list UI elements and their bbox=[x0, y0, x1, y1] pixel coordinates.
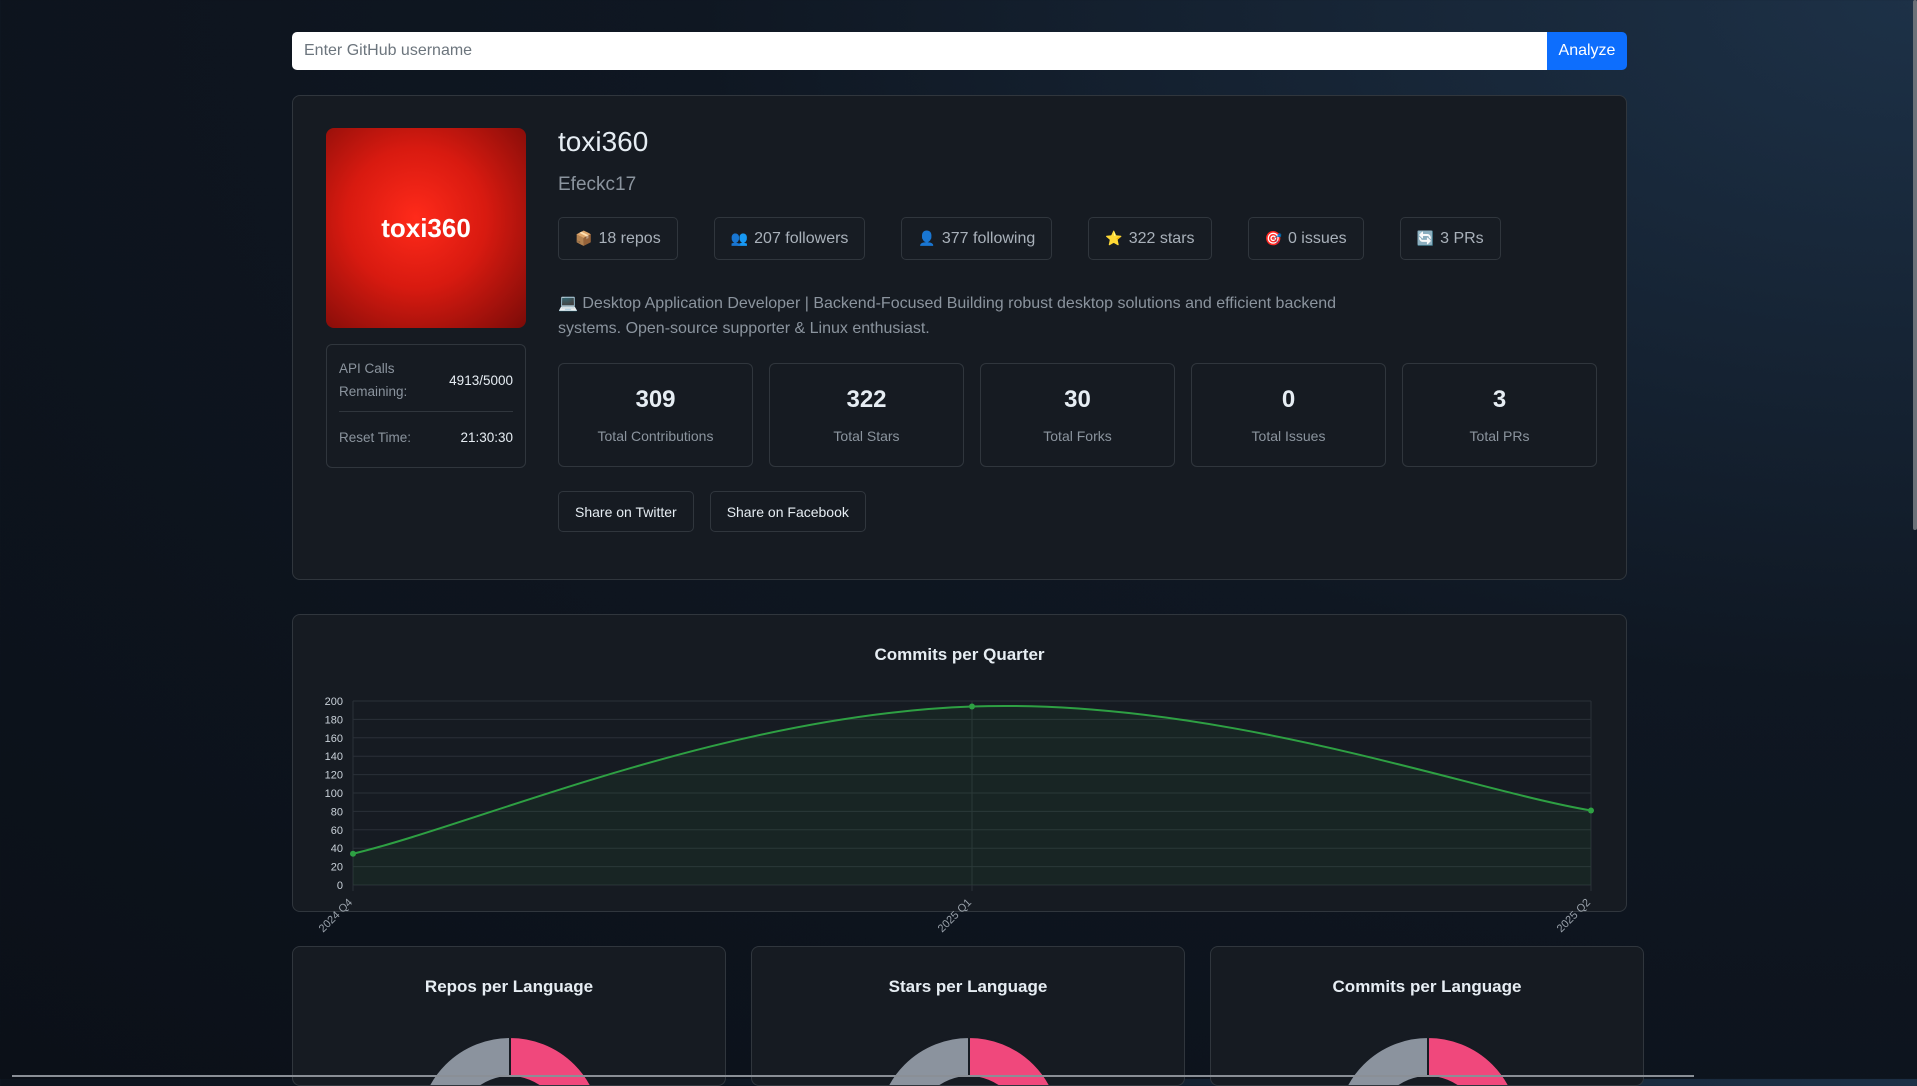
search-bar: Analyze bbox=[292, 32, 1627, 70]
data-point[interactable] bbox=[969, 703, 975, 710]
stat-label: Total Stars bbox=[833, 428, 900, 444]
doughnut-chart bbox=[428, 1035, 592, 1085]
analyze-button[interactable]: Analyze bbox=[1547, 32, 1627, 70]
stat-card: 0 Total Issues bbox=[1191, 363, 1386, 467]
stat-label: Total Contributions bbox=[597, 428, 714, 444]
badge-row: 📦 18 repos 👥 207 followers 👤 377 following ⭐ 32… bbox=[558, 217, 1501, 260]
reset-time-label: Reset Time: bbox=[339, 430, 412, 445]
target-icon: 🎯 bbox=[1264, 230, 1282, 246]
stat-value: 0 bbox=[1281, 386, 1296, 413]
doughnut-chart bbox=[887, 1035, 1051, 1085]
commits-chart-card: Commits per Quarter 0 20 40 60 80 100 120 140 16… bbox=[292, 614, 1627, 935]
profile-login: Efeckc17 bbox=[558, 174, 637, 195]
horizontal-scrollbar[interactable] bbox=[12, 1075, 1694, 1077]
badge-label: 0 issues bbox=[1287, 229, 1347, 247]
y-tick-label: 100 bbox=[325, 788, 343, 800]
refresh-icon: 🔄 bbox=[1416, 230, 1435, 246]
username-input[interactable] bbox=[292, 32, 1547, 70]
badge-label: 207 followers bbox=[754, 229, 849, 247]
stat-card: 309 Total Contributions bbox=[558, 363, 753, 467]
profile-name: toxi360 bbox=[558, 126, 649, 157]
stat-card: 30 Total Forks bbox=[980, 363, 1175, 467]
stat-card: 3 Total PRs bbox=[1402, 363, 1597, 467]
stat-value: 309 bbox=[635, 386, 676, 413]
y-tick-label: 60 bbox=[331, 825, 343, 837]
language-chart-card: Commits per Language bbox=[1210, 946, 1644, 1086]
data-point[interactable] bbox=[1588, 807, 1594, 814]
x-tick-label: 2025 Q2 bbox=[1555, 897, 1593, 935]
x-tick-label: 2025 Q1 bbox=[936, 897, 974, 935]
people-icon: 👥 bbox=[730, 230, 749, 246]
language-chart-card: Repos per Language bbox=[292, 946, 726, 1086]
api-calls-value: 4913/5000 bbox=[449, 372, 513, 388]
stat-value: 322 bbox=[846, 386, 887, 413]
avatar-text: toxi360 bbox=[381, 212, 471, 243]
badge-5: 🔄 3 PRs bbox=[1399, 217, 1501, 260]
computer-icon: 💻 bbox=[558, 295, 578, 312]
y-tick-label: 40 bbox=[331, 843, 343, 855]
stat-label: Total Forks bbox=[1043, 428, 1112, 444]
stat-card: 322 Total Stars bbox=[769, 363, 964, 467]
badge-3: ⭐ 322 stars bbox=[1088, 217, 1212, 260]
badge-0: 📦 18 repos bbox=[558, 217, 678, 260]
avatar: toxi360 bbox=[326, 128, 526, 328]
person-icon: 👤 bbox=[918, 230, 936, 246]
y-tick-label: 80 bbox=[331, 806, 343, 818]
badge-label: 18 repos bbox=[598, 229, 661, 247]
y-tick-label: 160 bbox=[325, 733, 343, 745]
y-tick-label: 120 bbox=[325, 770, 343, 782]
package-icon: 📦 bbox=[575, 230, 593, 246]
stat-value: 3 bbox=[1492, 386, 1507, 413]
share-facebook-button[interactable]: Share on Facebook bbox=[709, 491, 866, 532]
badge-label: 322 stars bbox=[1128, 229, 1195, 247]
y-tick-label: 180 bbox=[325, 714, 343, 726]
badge-label: 3 PRs bbox=[1440, 229, 1484, 247]
badge-4: 🎯 0 issues bbox=[1247, 217, 1364, 260]
badge-1: 👥 207 followers bbox=[713, 217, 866, 260]
y-tick-label: 140 bbox=[325, 751, 343, 763]
stat-label: Total Issues bbox=[1251, 428, 1326, 444]
profile-bio: 💻 Desktop Application Developer | Backen… bbox=[558, 291, 1358, 341]
stat-value: 30 bbox=[1064, 386, 1091, 413]
y-tick-label: 20 bbox=[331, 862, 343, 874]
x-tick-label: 2024 Q4 bbox=[317, 897, 355, 935]
vertical-scrollbar[interactable] bbox=[1913, 0, 1917, 530]
star-icon: ⭐ bbox=[1105, 230, 1123, 246]
badge-label: 377 following bbox=[941, 229, 1036, 247]
bio-text: Desktop Application Developer | Backend-… bbox=[558, 295, 1337, 337]
commits-line-chart: 0 20 40 60 80 100 120 140 160 180 200 2024 Q4 2025 Q… bbox=[317, 696, 1594, 935]
language-chart-card: Stars per Language bbox=[751, 946, 1185, 1086]
stats-row: 309 Total Contributions 322 Total Stars 30 To… bbox=[558, 363, 1597, 467]
data-point[interactable] bbox=[350, 850, 356, 857]
api-rate-box: API Calls Remaining: 4913/5000 Reset Time… bbox=[326, 344, 526, 468]
y-tick-label: 0 bbox=[337, 880, 343, 892]
profile-card: toxi360 API Calls Remaining: 4913/5000 Re… bbox=[292, 95, 1627, 580]
reset-time-value: 21:30:30 bbox=[460, 430, 513, 445]
stat-label: Total PRs bbox=[1469, 428, 1530, 444]
y-tick-label: 200 bbox=[325, 696, 343, 708]
share-twitter-button[interactable]: Share on Twitter bbox=[558, 491, 694, 532]
doughnut-chart bbox=[1346, 1035, 1510, 1085]
badge-2: 👤 377 following bbox=[901, 217, 1053, 260]
api-calls-label: API Calls Remaining: bbox=[339, 361, 408, 399]
